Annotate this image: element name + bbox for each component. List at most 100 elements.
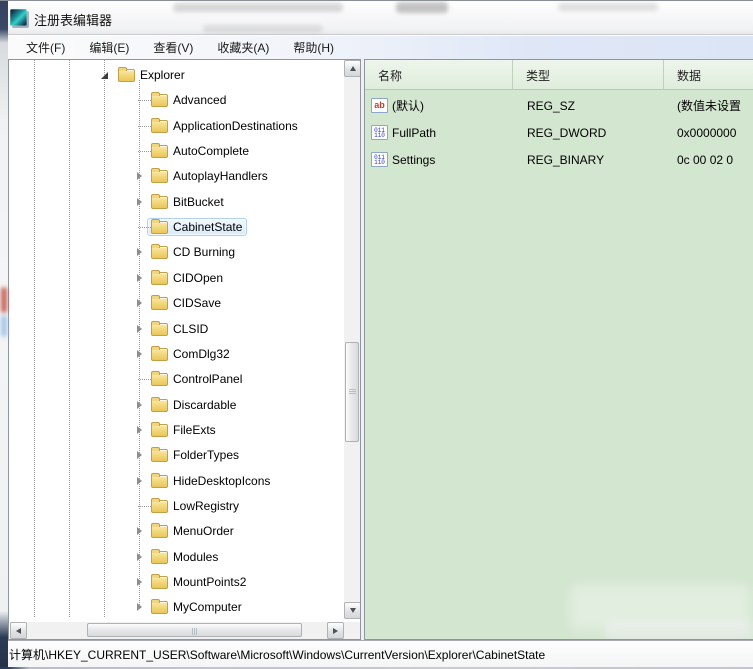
tree-node-modules[interactable]: Modules bbox=[147, 548, 223, 566]
tree-node-lowregistry[interactable]: LowRegistry bbox=[147, 497, 244, 515]
tree-vscrollbar[interactable] bbox=[344, 60, 361, 619]
tree-expander-slot[interactable] bbox=[133, 399, 145, 411]
folder-icon bbox=[151, 94, 168, 107]
collapsed-triangle-icon[interactable] bbox=[137, 172, 142, 180]
tree-node-cidopen[interactable]: CIDOpen bbox=[147, 269, 228, 287]
tree-node-mycomputer[interactable]: MyComputer bbox=[147, 598, 247, 616]
registry-app-icon[interactable] bbox=[10, 9, 27, 26]
tree-row: CIDSave bbox=[133, 291, 226, 315]
tree-expander-slot[interactable] bbox=[133, 601, 145, 613]
tree-expander-slot[interactable] bbox=[133, 323, 145, 335]
expanded-triangle-icon[interactable] bbox=[101, 72, 108, 79]
watermark-smudge bbox=[558, 3, 658, 11]
tree-node-fileexts[interactable]: FileExts bbox=[147, 421, 221, 439]
tree-expander-slot[interactable] bbox=[133, 297, 145, 309]
vscroll-thumb[interactable] bbox=[345, 342, 359, 442]
folder-icon bbox=[151, 551, 168, 564]
collapsed-triangle-icon[interactable] bbox=[137, 274, 142, 282]
tree-expander-slot[interactable] bbox=[133, 576, 145, 588]
menu-item-favorites[interactable]: 收藏夹(A) bbox=[205, 36, 281, 59]
tree-node-label: Explorer bbox=[140, 68, 185, 82]
tree-guide-line bbox=[104, 60, 105, 618]
scroll-left-button[interactable] bbox=[10, 622, 27, 639]
collapsed-triangle-icon[interactable] bbox=[137, 451, 142, 459]
tree-expander-slot[interactable] bbox=[133, 525, 145, 537]
folder-icon bbox=[151, 475, 168, 488]
menu-item-edit[interactable]: 编辑(E) bbox=[77, 36, 141, 59]
tree-row: FileExts bbox=[133, 418, 221, 442]
up-arrow-icon bbox=[350, 66, 356, 71]
watermark-smudge bbox=[173, 3, 343, 12]
collapsed-triangle-icon[interactable] bbox=[137, 578, 142, 586]
menu-item-file[interactable]: 文件(F) bbox=[14, 36, 77, 59]
collapsed-triangle-icon[interactable] bbox=[137, 350, 142, 358]
tree-node-comdlg32[interactable]: ComDlg32 bbox=[147, 345, 235, 363]
tree-node-label: AutoComplete bbox=[173, 144, 249, 158]
collapsed-triangle-icon[interactable] bbox=[137, 553, 142, 561]
tree-row: HideDesktopIcons bbox=[133, 469, 275, 493]
collapsed-triangle-icon[interactable] bbox=[137, 426, 142, 434]
tree-node-label: ControlPanel bbox=[173, 372, 242, 386]
collapsed-triangle-icon[interactable] bbox=[137, 603, 142, 611]
tree-hscrollbar[interactable] bbox=[10, 622, 344, 639]
tree-node-label: ApplicationDestinations bbox=[173, 119, 298, 133]
tree-node-foldertypes[interactable]: FolderTypes bbox=[147, 446, 244, 464]
folder-icon bbox=[151, 348, 168, 361]
tree-row: CIDOpen bbox=[133, 266, 228, 290]
menu-item-help[interactable]: 帮助(H) bbox=[281, 36, 346, 59]
tree-node-autoplayhandlers[interactable]: AutoplayHandlers bbox=[147, 167, 273, 185]
registry-value-row[interactable]: 011110SettingsREG_BINARY0c 00 02 0 bbox=[365, 146, 753, 173]
collapsed-triangle-icon[interactable] bbox=[137, 401, 142, 409]
collapsed-triangle-icon[interactable] bbox=[137, 248, 142, 256]
tree-expander-slot[interactable] bbox=[133, 348, 145, 360]
value-type: REG_DWORD bbox=[527, 119, 606, 146]
tree-node-clsid[interactable]: CLSID bbox=[147, 320, 213, 338]
collapsed-triangle-icon[interactable] bbox=[137, 299, 142, 307]
tree-node-bitbucket[interactable]: BitBucket bbox=[147, 193, 229, 211]
tree-expander-slot[interactable] bbox=[133, 475, 145, 487]
tree-node-discardable[interactable]: Discardable bbox=[147, 396, 241, 414]
tree-node-autocomplete[interactable]: AutoComplete bbox=[147, 142, 254, 160]
tree-node-hidedesktopicons[interactable]: HideDesktopIcons bbox=[147, 472, 275, 490]
collapsed-triangle-icon[interactable] bbox=[137, 477, 142, 485]
collapsed-triangle-icon[interactable] bbox=[137, 325, 142, 333]
menu-item-view[interactable]: 查看(V) bbox=[141, 36, 205, 59]
tree-node-label: Advanced bbox=[173, 93, 226, 107]
tree-expander-slot[interactable] bbox=[98, 69, 110, 81]
column-header-data[interactable]: 数据 bbox=[664, 60, 753, 90]
scroll-right-button[interactable] bbox=[327, 622, 344, 639]
tree-expander-slot[interactable] bbox=[133, 170, 145, 182]
tree-expander-slot[interactable] bbox=[133, 449, 145, 461]
column-header-type[interactable]: 类型 bbox=[513, 60, 664, 90]
collapsed-triangle-icon[interactable] bbox=[137, 198, 142, 206]
tree-node-label: CabinetState bbox=[173, 220, 242, 234]
tree-expander-slot[interactable] bbox=[133, 551, 145, 563]
tree-expander-slot[interactable] bbox=[133, 272, 145, 284]
tree-node-controlpanel[interactable]: ControlPanel bbox=[147, 370, 247, 388]
tree-expander-slot bbox=[133, 373, 145, 385]
folder-icon bbox=[151, 221, 168, 234]
title-bar[interactable]: 注册表编辑器 bbox=[8, 1, 753, 35]
scroll-down-button[interactable] bbox=[344, 602, 361, 619]
tree-node-label: Modules bbox=[173, 550, 218, 564]
tree-node-cd-burning[interactable]: CD Burning bbox=[147, 243, 240, 261]
column-header-name[interactable]: 名称 bbox=[365, 60, 513, 90]
tree-node-label: CLSID bbox=[173, 322, 208, 336]
tree-node-menuorder[interactable]: MenuOrder bbox=[147, 522, 239, 540]
tree-expander-slot[interactable] bbox=[133, 424, 145, 436]
tree-expander-slot bbox=[133, 221, 145, 233]
tree-expander-slot[interactable] bbox=[133, 196, 145, 208]
tree-node-explorer[interactable]: Explorer bbox=[114, 66, 190, 84]
tree-node-advanced[interactable]: Advanced bbox=[147, 91, 231, 109]
tree-node-mountpoints2[interactable]: MountPoints2 bbox=[147, 573, 251, 591]
value-data: (数值未设置 bbox=[677, 92, 741, 119]
tree-node-cabinetstate[interactable]: CabinetState bbox=[147, 218, 247, 236]
collapsed-triangle-icon[interactable] bbox=[137, 527, 142, 535]
tree-node-applicationdestinations[interactable]: ApplicationDestinations bbox=[147, 117, 303, 135]
registry-value-row[interactable]: 011110FullPathREG_DWORD0x0000000 bbox=[365, 119, 753, 146]
tree-node-cidsave[interactable]: CIDSave bbox=[147, 294, 226, 312]
tree-expander-slot[interactable] bbox=[133, 246, 145, 258]
scroll-up-button[interactable] bbox=[344, 60, 361, 77]
hscroll-thumb[interactable] bbox=[87, 623, 302, 637]
registry-value-row[interactable]: ab(默认)REG_SZ(数值未设置 bbox=[365, 92, 753, 119]
